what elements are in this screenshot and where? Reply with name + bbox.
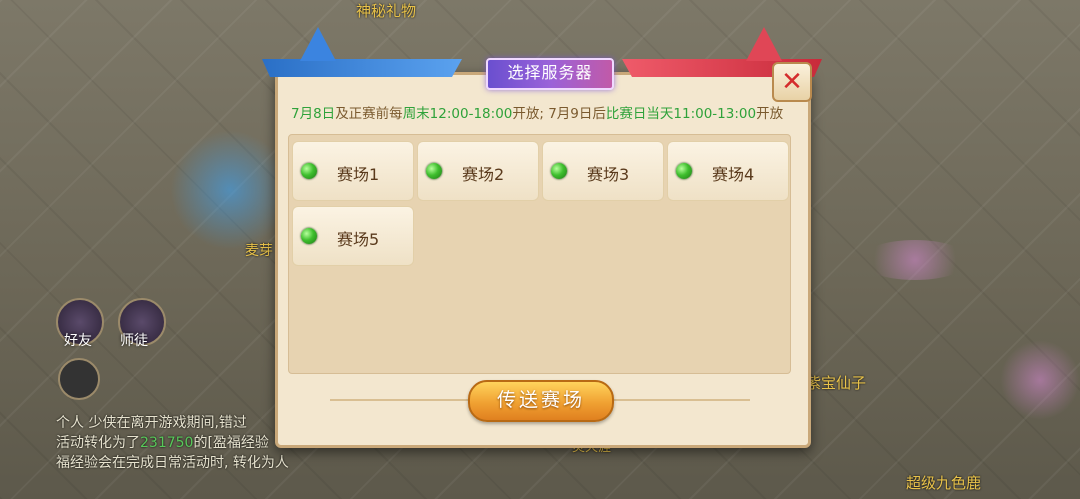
flower-bed: [1000, 340, 1080, 420]
close-button[interactable]: ✕: [772, 62, 812, 102]
glow-effect: [170, 130, 290, 250]
teleport-arena-button[interactable]: 传送赛场: [468, 380, 614, 422]
server-label: 赛场4: [712, 165, 755, 184]
server-label: 赛场5: [337, 230, 380, 249]
dialog-title: 选择服务器: [486, 58, 614, 90]
schedule-notice: 7月8日及正赛前每周末12:00-18:00开放; 7月9日后比赛日当天11:0…: [291, 106, 784, 122]
npc-label[interactable]: 紫宝仙子: [806, 372, 866, 393]
server-item-4[interactable]: 赛场4: [667, 141, 789, 201]
close-icon: ✕: [781, 67, 803, 97]
online-status-icon: [551, 163, 567, 179]
chat-line: 福经验会在完成日常活动时, 转化为人: [56, 455, 289, 471]
gift-npc-label[interactable]: 神秘礼物: [356, 0, 416, 21]
online-status-icon: [301, 228, 317, 244]
npc-label[interactable]: 超级九色鹿: [906, 472, 981, 493]
friends-label: 好友: [64, 333, 92, 349]
chat-icon[interactable]: [58, 358, 100, 400]
server-item-1[interactable]: 赛场1: [292, 141, 414, 201]
server-item-5[interactable]: 赛场5: [292, 206, 414, 266]
server-item-2[interactable]: 赛场2: [417, 141, 539, 201]
red-spike-ornament: [746, 27, 782, 61]
flower-bed: [860, 240, 970, 280]
online-status-icon: [301, 163, 317, 179]
mentor-label: 师徒: [120, 333, 148, 349]
server-item-3[interactable]: 赛场3: [542, 141, 664, 201]
server-label: 赛场3: [587, 165, 630, 184]
header-blue-band: [262, 59, 462, 77]
online-status-icon: [676, 163, 692, 179]
server-label: 赛场1: [337, 165, 380, 184]
npc-label[interactable]: 麦芽: [245, 240, 273, 260]
server-label: 赛场2: [462, 165, 505, 184]
online-status-icon: [426, 163, 442, 179]
blue-spike-ornament: [300, 27, 336, 61]
